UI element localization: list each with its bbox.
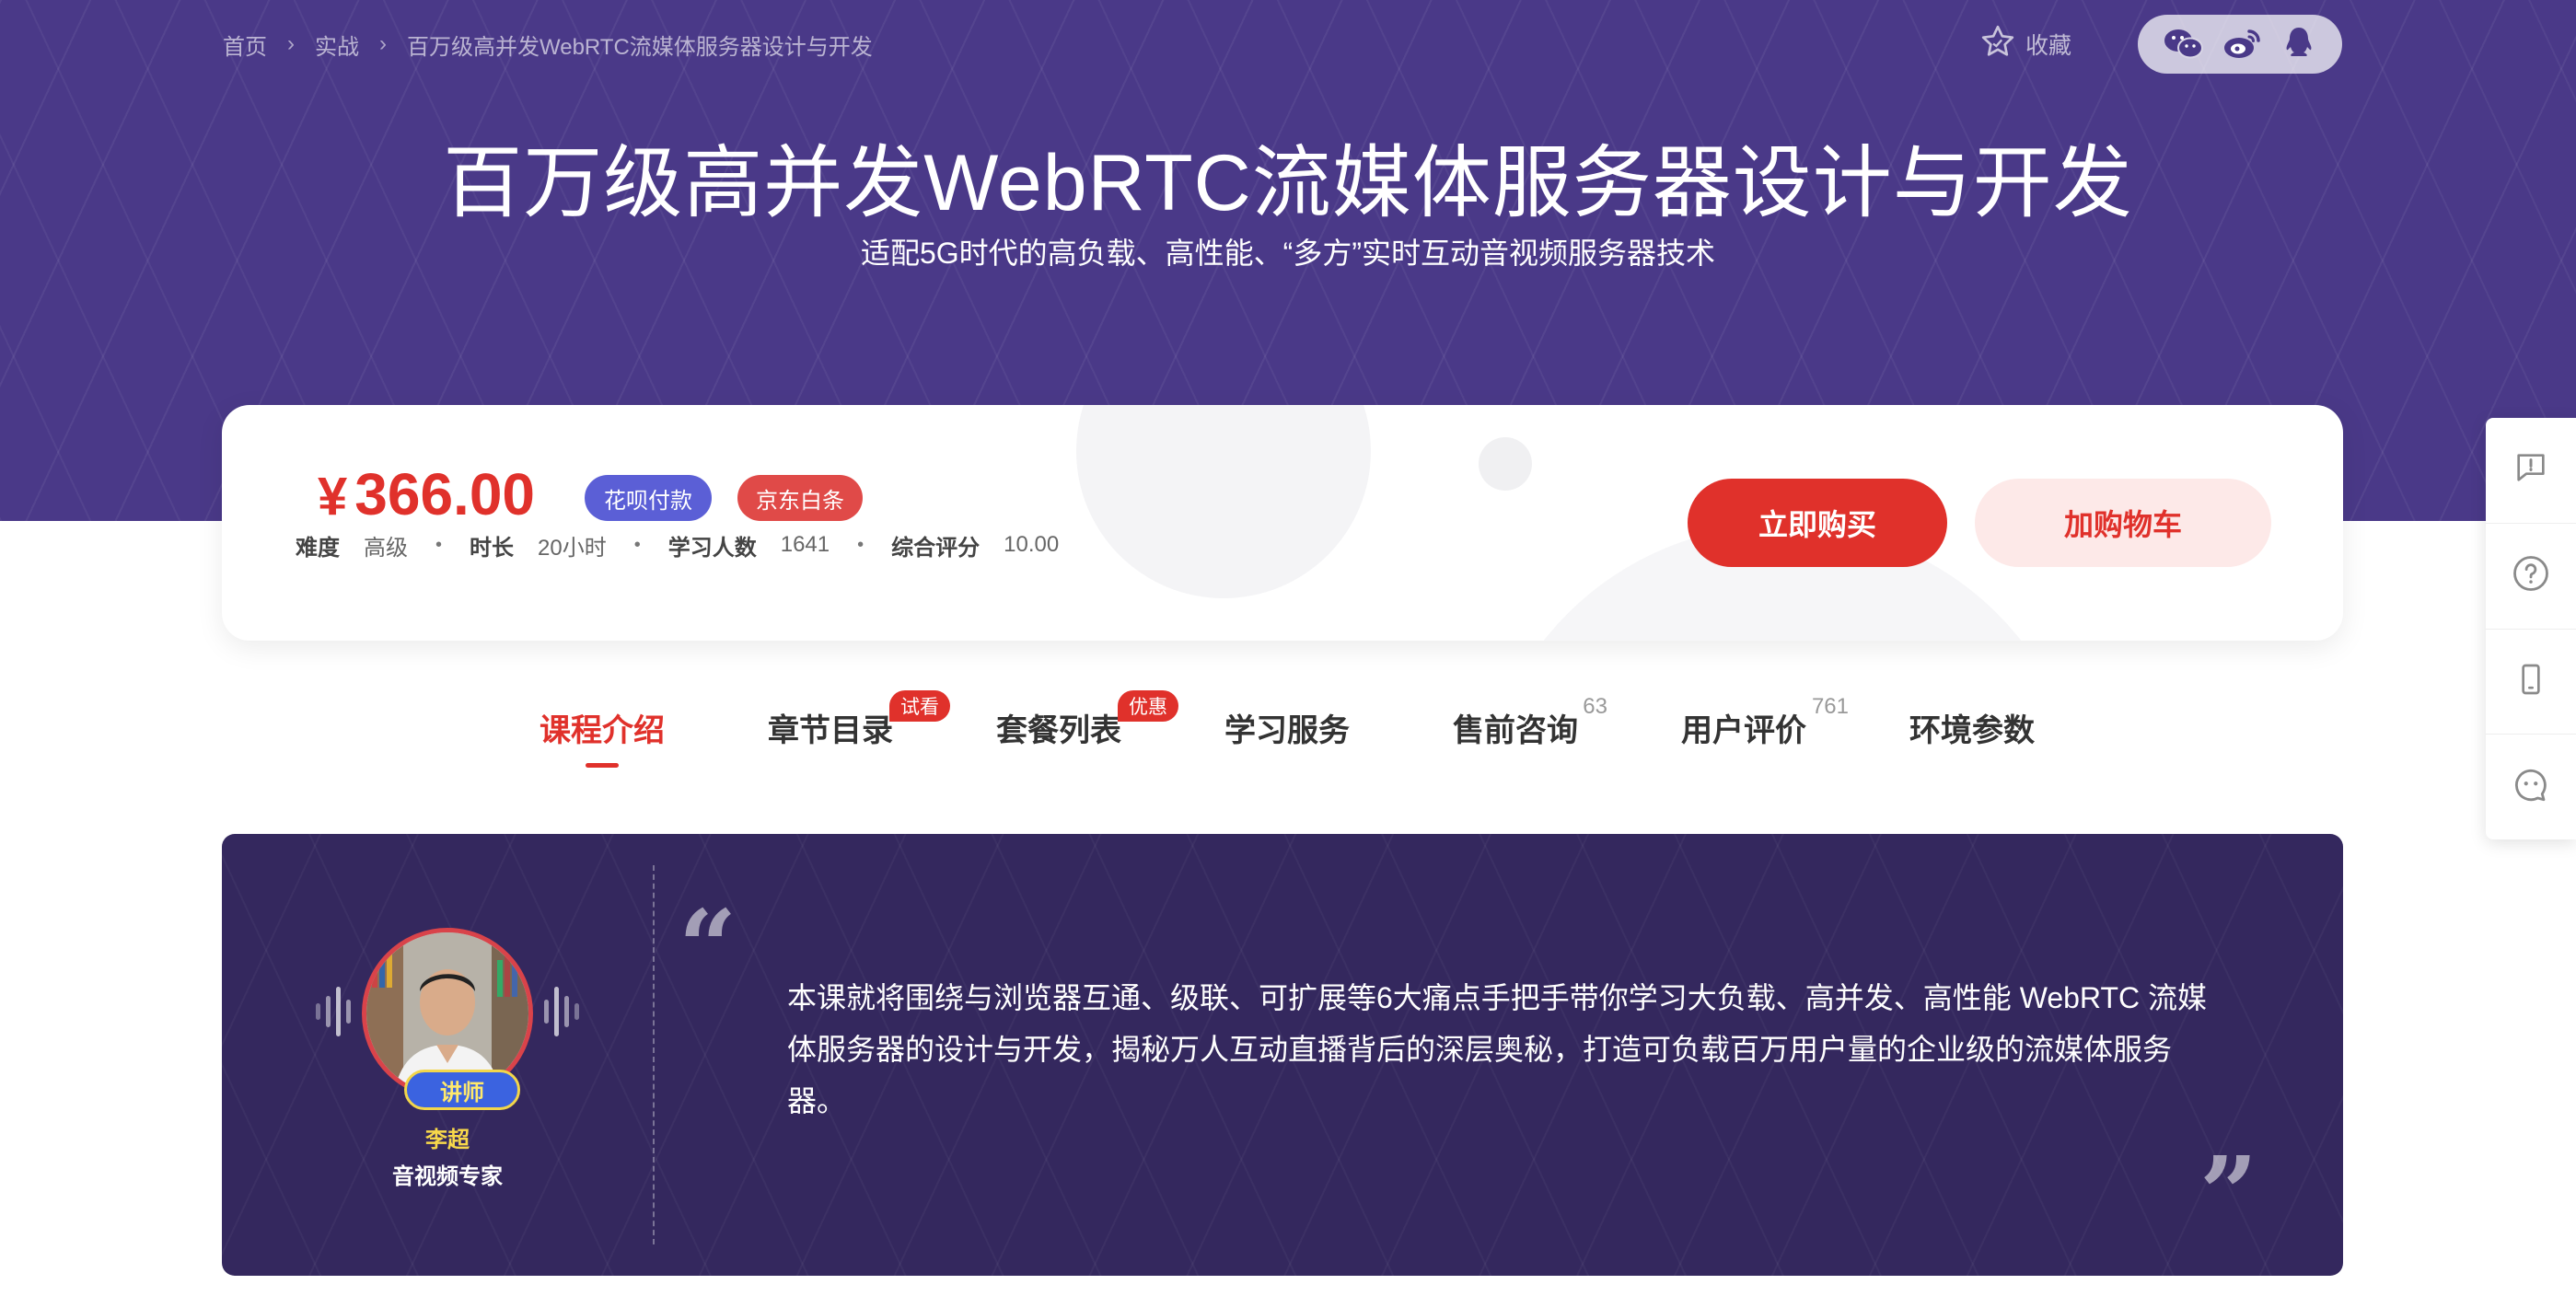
- meta-value-duration: 20小时: [538, 535, 607, 561]
- close-quote-icon: ”: [2199, 1134, 2258, 1253]
- course-intro-card: 讲师 李超 音视频专家 “ 本课就将围绕与浏览器互通、级联、可扩展等6大痛点手把…: [222, 834, 2343, 1276]
- teacher-name[interactable]: 李超: [351, 1121, 544, 1153]
- open-quote-icon: “: [679, 887, 737, 1006]
- breadcrumb-home[interactable]: 首页: [223, 29, 267, 61]
- side-toolbar: [2486, 418, 2576, 839]
- sound-wave-icon: [539, 979, 581, 1048]
- teacher-role-badge: 讲师: [404, 1070, 520, 1110]
- meta-key: 难度: [296, 535, 340, 561]
- breadcrumb-category[interactable]: 实战: [315, 29, 359, 61]
- course-price: ¥ 366.00: [318, 460, 535, 528]
- weibo-icon[interactable]: [2222, 26, 2264, 63]
- tab-label: 套餐列表: [996, 712, 1121, 748]
- tab-label: 环境参数: [1909, 712, 2035, 748]
- buy-now-button[interactable]: 立即购买: [1688, 479, 1947, 567]
- meta-key: 综合评分: [891, 535, 981, 561]
- course-description: 本课就将围绕与浏览器互通、级联、可扩展等6大痛点手把手带你学习大负载、高并发、高…: [787, 981, 2207, 1117]
- tab-presale-consult[interactable]: 售前咨询 63: [1453, 694, 1607, 755]
- breadcrumb-separator: ›: [287, 31, 295, 56]
- dashed-divider: [653, 865, 655, 1244]
- active-tab-indicator: [586, 763, 619, 768]
- price-card: ¥ 366.00 花呗付款 京东白条 难度 高级 • 时长 20小时 • 学习人…: [222, 405, 2343, 641]
- tab-learning-service[interactable]: 学习服务: [1224, 700, 1350, 755]
- trial-tag: 试看: [889, 690, 950, 722]
- consult-count: 63: [1583, 694, 1607, 719]
- mobile-icon: [2512, 661, 2549, 702]
- discount-tag: 优惠: [1118, 690, 1178, 722]
- favorite-button[interactable]: 收藏: [1979, 24, 2071, 64]
- tab-label: 课程介绍: [540, 712, 665, 748]
- decoration-circle: [1479, 437, 1532, 491]
- meta-key: 时长: [470, 535, 515, 561]
- meta-separator: •: [435, 534, 443, 555]
- price-value: 366.00: [354, 461, 536, 527]
- breadcrumb: 首页 › 实战 › 百万级高并发WebRTC流媒体服务器设计与开发: [223, 28, 873, 61]
- qq-icon[interactable]: [2280, 25, 2317, 64]
- teacher-title: 音视频专家: [392, 1164, 503, 1189]
- tab-user-reviews[interactable]: 用户评价 761: [1681, 694, 1849, 755]
- meta-value-learners: 1641: [780, 532, 830, 557]
- tab-chapters[interactable]: 章节目录 试看: [768, 690, 950, 755]
- decoration-circle: [1076, 405, 1371, 598]
- tab-label: 学习服务: [1224, 712, 1350, 748]
- wechat-icon[interactable]: [2163, 26, 2205, 63]
- tab-environment[interactable]: 环境参数: [1909, 700, 2035, 755]
- jd-baitiao-badge: 京东白条: [737, 475, 863, 521]
- meta-key: 学习人数: [667, 535, 757, 561]
- huabei-badge: 花呗付款: [585, 475, 712, 521]
- add-to-cart-button[interactable]: 加购物车: [1975, 479, 2271, 567]
- help-icon: [2512, 554, 2550, 597]
- meta-separator: •: [633, 534, 641, 555]
- help-button[interactable]: [2486, 524, 2576, 630]
- review-count: 761: [1811, 694, 1849, 719]
- tab-label: 售前咨询: [1453, 712, 1578, 748]
- breadcrumb-current: 百万级高并发WebRTC流媒体服务器设计与开发: [407, 34, 873, 60]
- course-subtitle: 适配5G时代的高负载、高性能、“多方”实时互动音视频服务器技术: [860, 237, 1715, 270]
- tab-label: 章节目录: [768, 712, 893, 748]
- meta-separator: •: [857, 534, 864, 555]
- tab-packages[interactable]: 套餐列表 优惠: [996, 690, 1178, 755]
- course-meta: 难度 高级 • 时长 20小时 • 学习人数 1641 • 综合评分 10.00: [296, 528, 1059, 561]
- meta-value-difficulty: 高级: [364, 535, 408, 561]
- course-title: 百万级高并发WebRTC流媒体服务器设计与开发: [443, 139, 2133, 227]
- feedback-button[interactable]: [2486, 418, 2576, 524]
- feedback-icon: [2512, 449, 2549, 491]
- tab-course-intro[interactable]: 课程介绍: [540, 700, 665, 768]
- meta-value-rating: 10.00: [1004, 532, 1060, 557]
- breadcrumb-separator: ›: [379, 31, 387, 56]
- sound-wave-icon: [314, 979, 356, 1048]
- star-icon: [1979, 23, 2016, 66]
- course-tabs: 课程介绍 章节目录 试看 套餐列表 优惠 学习服务 售前咨询 63 用户评价 7…: [0, 690, 2576, 773]
- currency-symbol: ¥: [318, 467, 348, 526]
- share-bar: [2138, 15, 2342, 74]
- favorite-label: 收藏: [2025, 33, 2072, 59]
- tab-label: 用户评价: [1681, 712, 1806, 748]
